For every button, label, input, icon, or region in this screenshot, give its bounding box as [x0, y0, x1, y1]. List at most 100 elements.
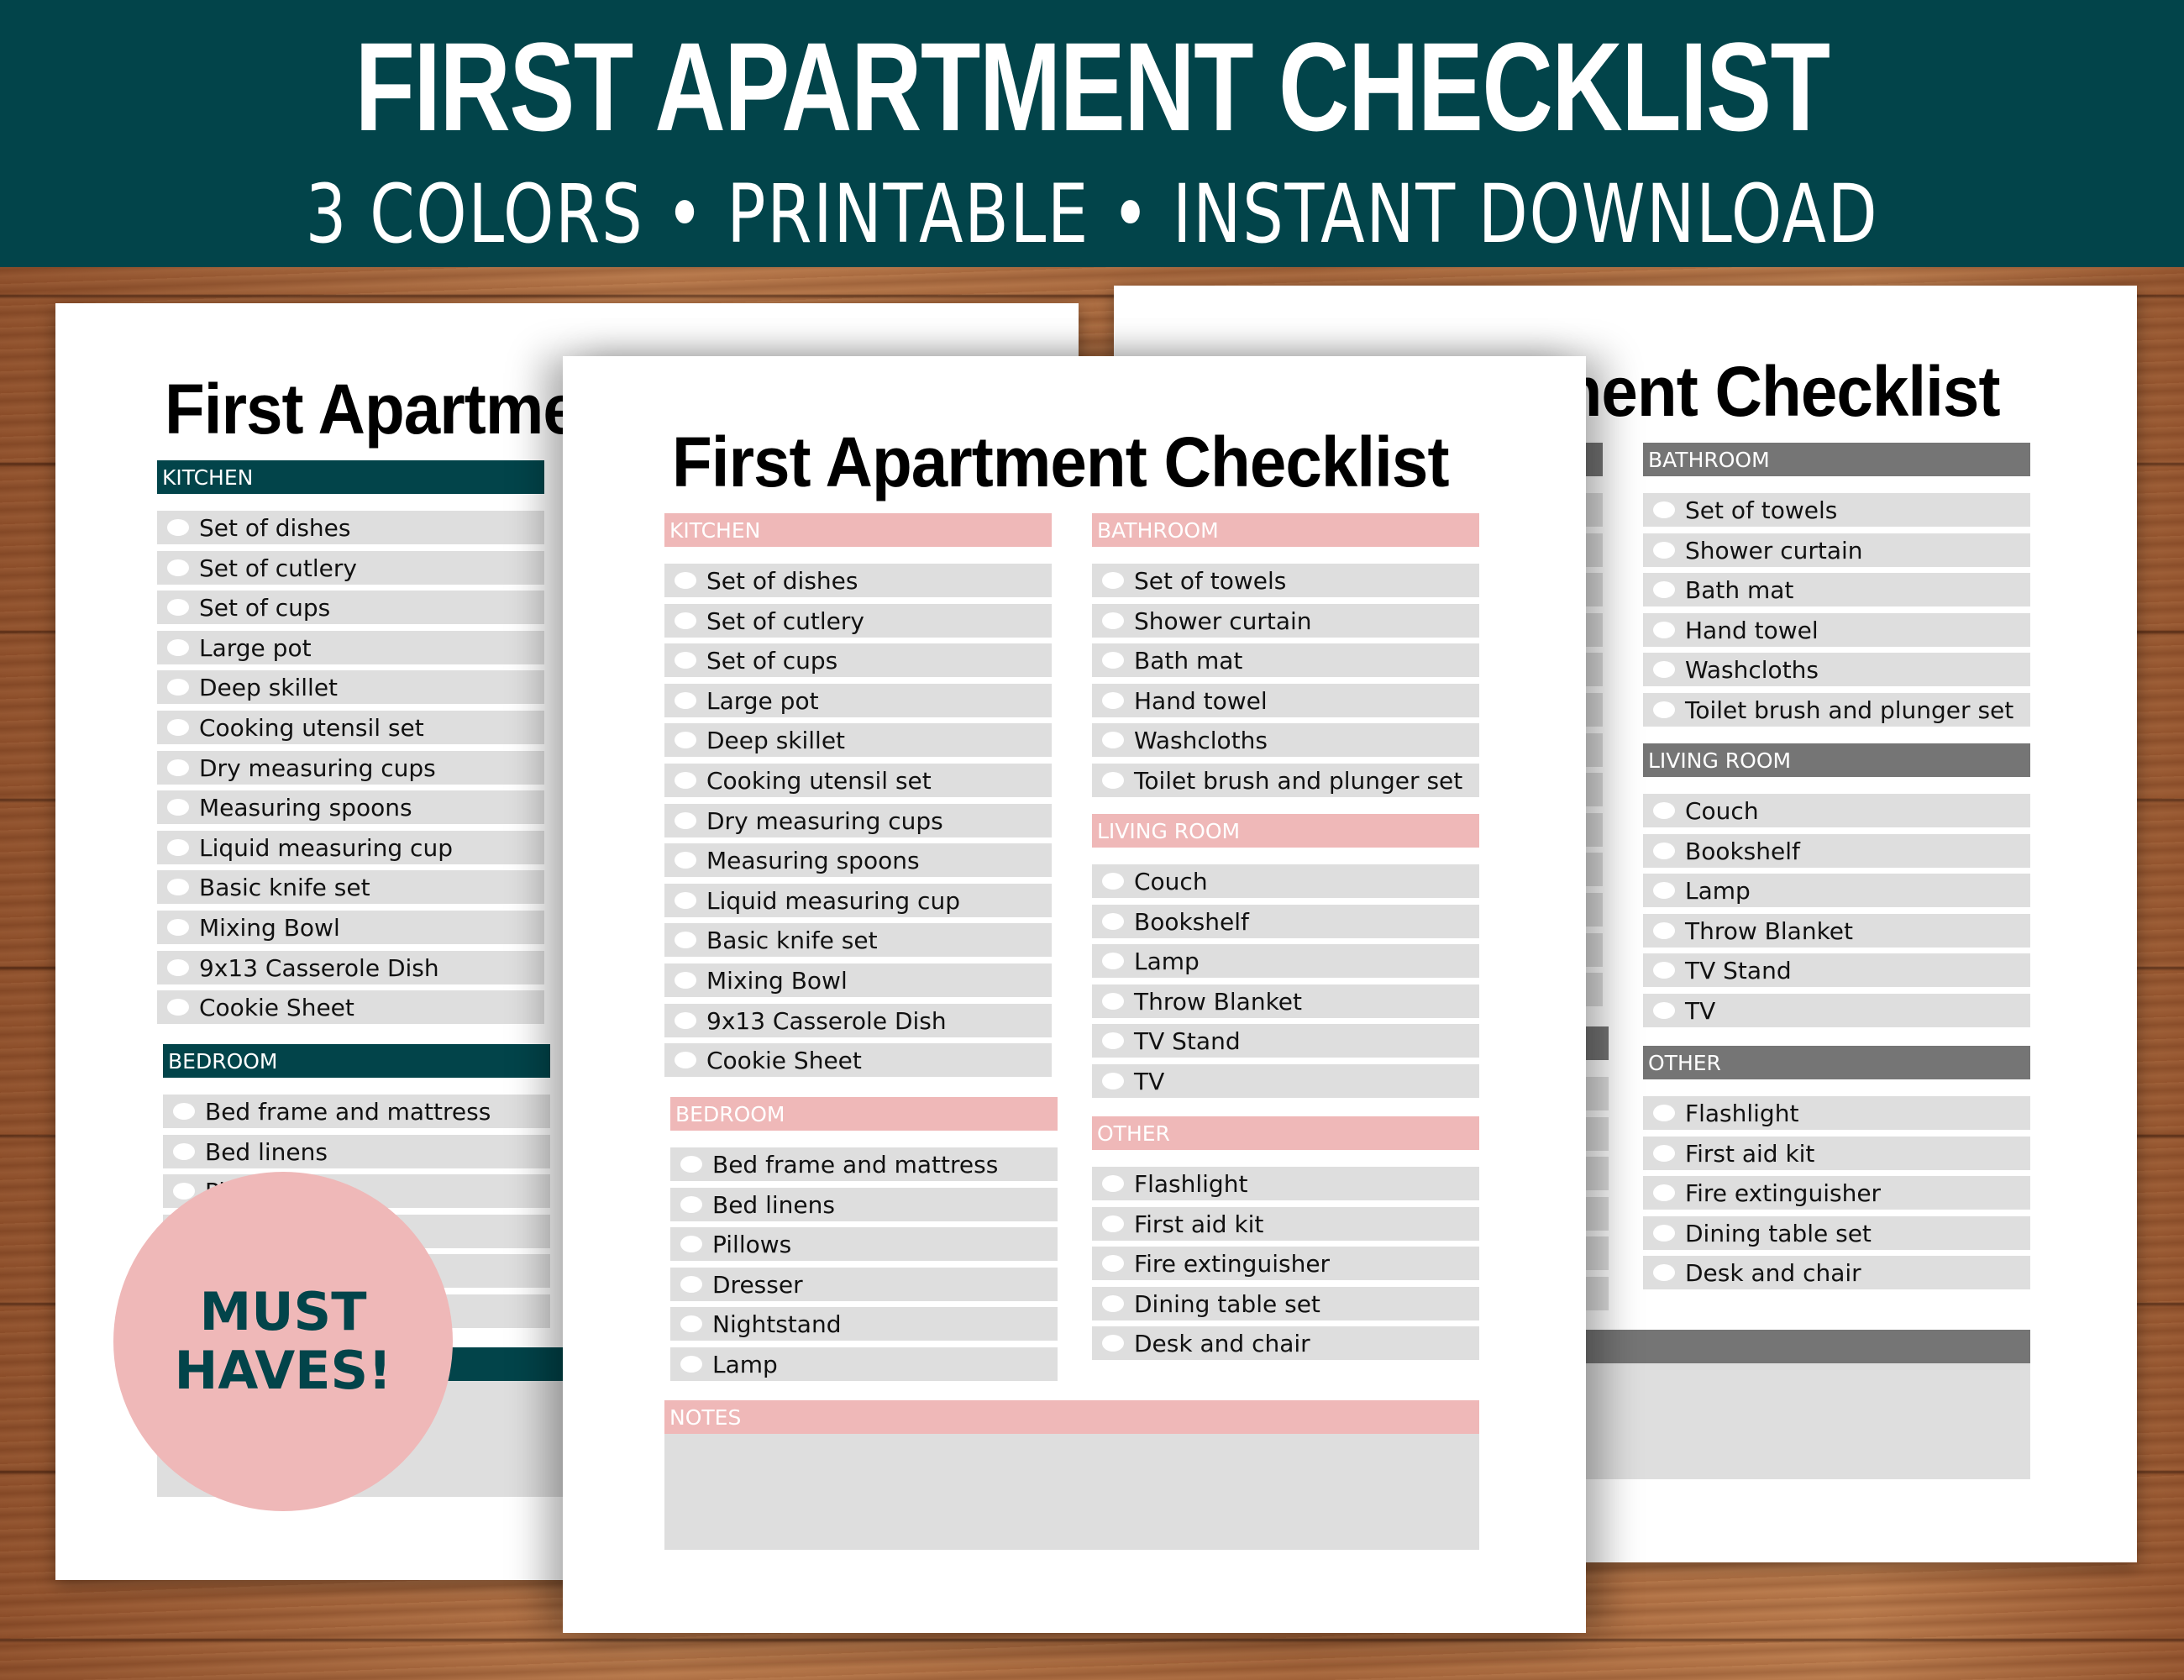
checklist-item[interactable]: Lamp: [1092, 944, 1479, 979]
checklist-item[interactable]: Bath mat: [1092, 643, 1479, 678]
checklist-item[interactable]: TV: [1643, 994, 2030, 1027]
checkbox-circle-icon[interactable]: [1653, 621, 1675, 638]
checklist-item[interactable]: Cooking utensil set: [157, 711, 544, 744]
checklist-item[interactable]: Hand towel: [1643, 612, 2030, 647]
checklist-item[interactable]: Dry measuring cups: [157, 750, 544, 785]
checklist-item[interactable]: Measuring spoons: [157, 790, 544, 825]
checklist-item[interactable]: TV Stand: [1643, 953, 2030, 988]
checklist-item[interactable]: Deep skillet: [664, 723, 1052, 758]
checklist-item[interactable]: Mixing Bowl: [664, 963, 1052, 997]
checkbox-circle-icon[interactable]: [1102, 1073, 1124, 1089]
checklist-item[interactable]: Bed linens: [670, 1187, 1058, 1221]
checklist-item[interactable]: Cooking utensil set: [664, 764, 1052, 797]
checklist-item[interactable]: Lamp: [670, 1347, 1058, 1381]
checkbox-circle-icon[interactable]: [1653, 1002, 1675, 1019]
checkbox-circle-icon[interactable]: [167, 838, 189, 856]
checkbox-circle-icon[interactable]: [1102, 772, 1124, 789]
checklist-item[interactable]: Set of dishes: [157, 511, 544, 544]
checklist-item[interactable]: TV Stand: [1092, 1024, 1479, 1058]
checkbox-circle-icon[interactable]: [1653, 701, 1675, 718]
checklist-item[interactable]: Fire extinguisher: [1643, 1176, 2030, 1210]
checklist-item[interactable]: Bed linens: [163, 1134, 550, 1168]
checkbox-circle-icon[interactable]: [1102, 1294, 1124, 1312]
checkbox-circle-icon[interactable]: [167, 879, 189, 896]
checkbox-circle-icon[interactable]: [1102, 652, 1124, 669]
checklist-item[interactable]: Cookie Sheet: [664, 1043, 1052, 1078]
checklist-item[interactable]: Washcloths: [1092, 723, 1479, 758]
checkbox-circle-icon[interactable]: [1102, 992, 1124, 1010]
checkbox-circle-icon[interactable]: [167, 679, 189, 696]
checklist-item[interactable]: Set of towels: [1092, 564, 1479, 597]
checklist-item[interactable]: Dining table set: [1092, 1286, 1479, 1320]
checkbox-circle-icon[interactable]: [675, 811, 696, 829]
checkbox-circle-icon[interactable]: [680, 1195, 702, 1213]
checkbox-circle-icon[interactable]: [1102, 953, 1124, 970]
checklist-item[interactable]: Toilet brush and plunger set: [1092, 764, 1479, 797]
checkbox-circle-icon[interactable]: [675, 732, 696, 749]
checklist-item[interactable]: Set of cups: [157, 591, 544, 625]
checklist-item[interactable]: Basic knife set: [664, 923, 1052, 958]
checkbox-circle-icon[interactable]: [167, 719, 189, 736]
checkbox-circle-icon[interactable]: [1102, 1255, 1124, 1273]
checkbox-circle-icon[interactable]: [1653, 1224, 1675, 1242]
checkbox-circle-icon[interactable]: [167, 919, 189, 936]
checkbox-circle-icon[interactable]: [1653, 1105, 1675, 1121]
checklist-item[interactable]: Bath mat: [1643, 573, 2030, 607]
checklist-item[interactable]: Throw Blanket: [1643, 913, 2030, 948]
checkbox-circle-icon[interactable]: [675, 932, 696, 949]
checkbox-circle-icon[interactable]: [675, 772, 696, 789]
checkbox-circle-icon[interactable]: [167, 799, 189, 816]
checkbox-circle-icon[interactable]: [675, 572, 696, 589]
checklist-item[interactable]: First aid kit: [1092, 1206, 1479, 1241]
checklist-item[interactable]: Washcloths: [1643, 653, 2030, 687]
checkbox-circle-icon[interactable]: [675, 612, 696, 629]
checkbox-circle-icon[interactable]: [680, 1356, 702, 1373]
checkbox-circle-icon[interactable]: [1102, 873, 1124, 890]
checkbox-circle-icon[interactable]: [1653, 962, 1675, 979]
checkbox-circle-icon[interactable]: [1102, 912, 1124, 930]
checklist-item[interactable]: Cookie Sheet: [157, 990, 544, 1025]
checklist-item[interactable]: Nightstand: [670, 1307, 1058, 1341]
checkbox-circle-icon[interactable]: [167, 999, 189, 1016]
checklist-item[interactable]: Flashlight: [1092, 1167, 1479, 1200]
checklist-item[interactable]: Desk and chair: [1643, 1256, 2030, 1290]
checkbox-circle-icon[interactable]: [1102, 572, 1124, 589]
checkbox-circle-icon[interactable]: [675, 891, 696, 909]
checkbox-circle-icon[interactable]: [1653, 1144, 1675, 1162]
checkbox-circle-icon[interactable]: [1653, 882, 1675, 900]
checkbox-circle-icon[interactable]: [680, 1236, 702, 1253]
checklist-item[interactable]: Mixing Bowl: [157, 911, 544, 944]
checkbox-circle-icon[interactable]: [167, 559, 189, 576]
checkbox-circle-icon[interactable]: [1653, 661, 1675, 679]
checklist-item[interactable]: Large pot: [157, 630, 544, 664]
checkbox-circle-icon[interactable]: [167, 519, 189, 536]
checklist-item[interactable]: Bookshelf: [1643, 833, 2030, 868]
checkbox-circle-icon[interactable]: [173, 1183, 195, 1200]
checklist-item[interactable]: Hand towel: [1092, 683, 1479, 717]
checkbox-circle-icon[interactable]: [1653, 1184, 1675, 1202]
checkbox-circle-icon[interactable]: [173, 1103, 195, 1120]
checkbox-circle-icon[interactable]: [1102, 1175, 1124, 1192]
checkbox-circle-icon[interactable]: [1102, 1335, 1124, 1352]
checkbox-circle-icon[interactable]: [1653, 802, 1675, 819]
checklist-item[interactable]: Measuring spoons: [664, 843, 1052, 878]
checklist-item[interactable]: 9x13 Casserole Dish: [157, 950, 544, 984]
checklist-item[interactable]: Couch: [1092, 864, 1479, 898]
checklist-item[interactable]: Set of dishes: [664, 564, 1052, 597]
checklist-item[interactable]: Liquid measuring cup: [157, 830, 544, 864]
checkbox-circle-icon[interactable]: [675, 852, 696, 869]
checkbox-circle-icon[interactable]: [1102, 691, 1124, 709]
checkbox-circle-icon[interactable]: [675, 1011, 696, 1029]
checklist-item[interactable]: Throw Blanket: [1092, 984, 1479, 1018]
checklist-item[interactable]: Large pot: [664, 683, 1052, 717]
checklist-item[interactable]: Set of cutlery: [157, 550, 544, 585]
checklist-item[interactable]: Deep skillet: [157, 670, 544, 705]
checklist-item[interactable]: Toilet brush and plunger set: [1643, 693, 2030, 727]
checkbox-circle-icon[interactable]: [167, 958, 189, 976]
checkbox-circle-icon[interactable]: [167, 638, 189, 656]
checklist-item[interactable]: Couch: [1643, 794, 2030, 827]
checkbox-circle-icon[interactable]: [1653, 921, 1675, 939]
checklist-item[interactable]: 9x13 Casserole Dish: [664, 1003, 1052, 1037]
checklist-item[interactable]: TV: [1092, 1064, 1479, 1098]
checklist-item[interactable]: Bed frame and mattress: [163, 1095, 550, 1128]
